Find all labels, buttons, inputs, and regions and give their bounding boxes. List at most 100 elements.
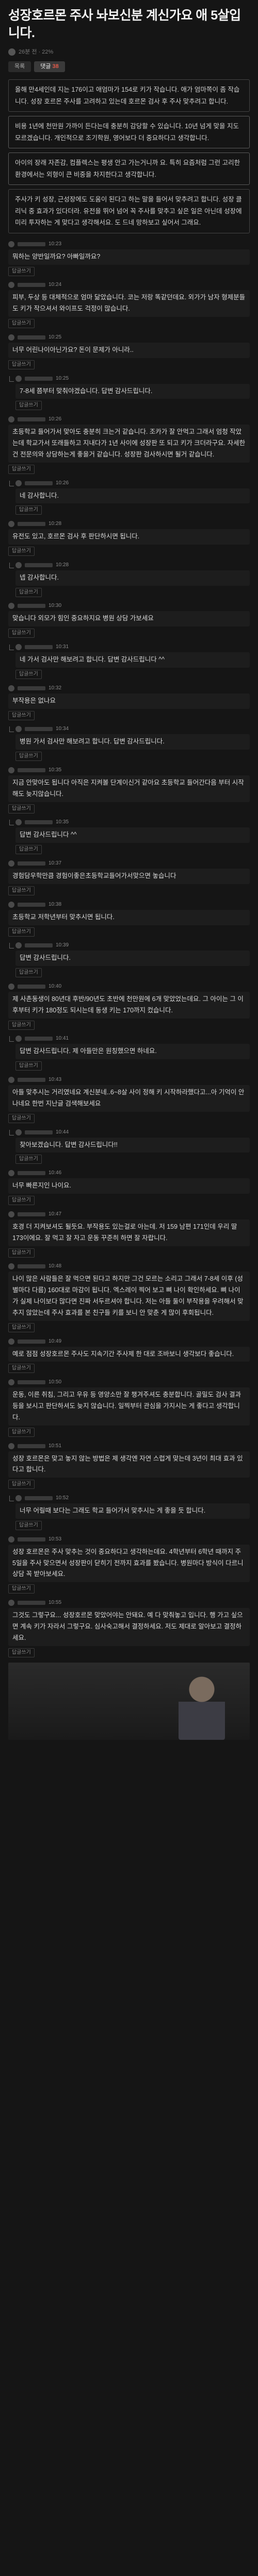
commenter-name-redacted[interactable] <box>18 283 45 287</box>
commenter-avatar[interactable] <box>8 1338 14 1345</box>
reply-button[interactable]: 답글쓰기 <box>8 927 35 937</box>
commenter-name-redacted[interactable] <box>18 335 45 340</box>
commenter-avatar[interactable] <box>8 1600 14 1606</box>
commenter-name-redacted[interactable] <box>25 1130 53 1134</box>
commenter-avatar[interactable] <box>15 375 22 382</box>
commenter-avatar[interactable] <box>8 860 14 867</box>
commenter-name-redacted[interactable] <box>18 1078 45 1082</box>
reply-button[interactable]: 답글쓰기 <box>8 804 35 814</box>
commenter-avatar[interactable] <box>15 644 22 651</box>
commenter-name-redacted[interactable] <box>18 1264 45 1269</box>
commenter-name-redacted[interactable] <box>18 1339 45 1344</box>
commenter-avatar[interactable] <box>15 726 22 733</box>
commenter-name-redacted[interactable] <box>25 943 53 948</box>
commenter-name-redacted[interactable] <box>18 902 45 907</box>
commenter-name-redacted[interactable] <box>18 1212 45 1216</box>
commenter-name-redacted[interactable] <box>18 984 45 989</box>
commenter-name-redacted[interactable] <box>18 768 45 772</box>
comment-header: 10:46 <box>8 1170 250 1177</box>
reply-button[interactable]: 답글쓰기 <box>8 547 35 556</box>
comment-header: 10:41 <box>15 1035 250 1042</box>
commenter-name-redacted[interactable] <box>18 861 45 866</box>
commenter-avatar[interactable] <box>8 901 14 908</box>
reply-button[interactable]: 답글쓰기 <box>8 1480 35 1489</box>
reply-button[interactable]: 답글쓰기 <box>15 1061 42 1071</box>
reply-button[interactable]: 답글쓰기 <box>8 319 35 329</box>
commenter-name-redacted[interactable] <box>18 417 45 422</box>
commenter-name-redacted[interactable] <box>25 376 53 381</box>
reply-button[interactable]: 답글쓰기 <box>8 1584 35 1594</box>
commenter-name-redacted[interactable] <box>25 820 53 825</box>
commenter-name-redacted[interactable] <box>18 1601 45 1605</box>
commenter-name-redacted[interactable] <box>18 522 45 527</box>
commenter-name-redacted[interactable] <box>18 242 45 246</box>
commenter-avatar[interactable] <box>8 1263 14 1270</box>
commenter-name-redacted[interactable] <box>18 1380 45 1385</box>
commenter-avatar[interactable] <box>8 685 14 691</box>
commenter-name-redacted[interactable] <box>18 1537 45 1541</box>
commenter-avatar[interactable] <box>8 521 14 528</box>
reply-button[interactable]: 답글쓰기 <box>8 1248 35 1258</box>
commenter-avatar[interactable] <box>15 562 22 568</box>
commenter-avatar[interactable] <box>8 1077 14 1083</box>
reply-button[interactable]: 답글쓰기 <box>15 1520 42 1530</box>
reply-button[interactable]: 답글쓰기 <box>8 1113 35 1123</box>
reply-button[interactable]: 답글쓰기 <box>15 587 42 597</box>
commenter-avatar[interactable] <box>15 1495 22 1502</box>
commenter-avatar[interactable] <box>8 1443 14 1449</box>
commenter-avatar[interactable] <box>8 767 14 773</box>
commenter-name-redacted[interactable] <box>25 1496 53 1501</box>
commenter-name-redacted[interactable] <box>25 1037 53 1041</box>
reply-button[interactable]: 답글쓰기 <box>15 752 42 761</box>
commenter-avatar[interactable] <box>8 603 14 609</box>
reply-button[interactable]: 답글쓰기 <box>8 629 35 638</box>
tab-comments[interactable]: 댓글 38 <box>34 61 65 73</box>
reply-button[interactable]: 답글쓰기 <box>8 1323 35 1332</box>
commenter-avatar[interactable] <box>15 1036 22 1042</box>
reply-button[interactable]: 답글쓰기 <box>15 1155 42 1164</box>
commenter-avatar[interactable] <box>8 1211 14 1217</box>
reply-button[interactable]: 답글쓰기 <box>8 1427 35 1437</box>
commenter-name-redacted[interactable] <box>25 481 53 485</box>
tab-list[interactable]: 목록 <box>8 61 31 73</box>
reply-button[interactable]: 답글쓰기 <box>15 669 42 679</box>
commenter-avatar[interactable] <box>8 416 14 423</box>
comment-time: 10:39 <box>56 942 69 948</box>
reply-button[interactable]: 답글쓰기 <box>8 1020 35 1030</box>
commenter-avatar[interactable] <box>8 241 14 247</box>
reply-button[interactable]: 답글쓰기 <box>15 505 42 515</box>
commenter-avatar[interactable] <box>15 942 22 949</box>
reply-button[interactable]: 답글쓰기 <box>8 710 35 720</box>
commenter-name-redacted[interactable] <box>25 727 53 732</box>
comment-time: 10:28 <box>49 521 62 527</box>
commenter-name-redacted[interactable] <box>18 686 45 690</box>
commenter-name-redacted[interactable] <box>25 645 53 650</box>
commenter-avatar[interactable] <box>15 819 22 826</box>
comment-count-badge: 38 <box>52 63 59 70</box>
reply-button[interactable]: 답글쓰기 <box>8 266 35 276</box>
reply-button[interactable]: 답글쓰기 <box>8 464 35 474</box>
author-avatar[interactable] <box>8 48 15 56</box>
commenter-name-redacted[interactable] <box>18 604 45 608</box>
commenter-avatar[interactable] <box>15 480 22 486</box>
reply-button[interactable]: 답글쓰기 <box>8 886 35 895</box>
reply-button[interactable]: 답글쓰기 <box>15 845 42 855</box>
commenter-name-redacted[interactable] <box>18 1444 45 1448</box>
reply-button[interactable]: 답글쓰기 <box>8 1196 35 1206</box>
commenter-avatar[interactable] <box>15 1129 22 1136</box>
reply-button[interactable]: 답글쓰기 <box>15 968 42 978</box>
commenter-name-redacted[interactable] <box>18 1171 45 1176</box>
comment-text: 너무 어린나이아닌가요? 돈이 문제가 아니라.. <box>8 342 250 358</box>
reply-button[interactable]: 답글쓰기 <box>15 401 42 411</box>
reply-button[interactable]: 답글쓰기 <box>8 1364 35 1374</box>
commenter-avatar[interactable] <box>8 334 14 341</box>
commenter-avatar[interactable] <box>8 1170 14 1177</box>
comment-time: 10:40 <box>49 983 62 989</box>
commenter-avatar[interactable] <box>8 983 14 990</box>
commenter-avatar[interactable] <box>8 282 14 289</box>
reply-button[interactable]: 답글쓰기 <box>8 360 35 369</box>
commenter-name-redacted[interactable] <box>25 563 53 567</box>
commenter-avatar[interactable] <box>8 1536 14 1543</box>
reply-button[interactable]: 답글쓰기 <box>8 1648 35 1657</box>
commenter-avatar[interactable] <box>8 1379 14 1386</box>
